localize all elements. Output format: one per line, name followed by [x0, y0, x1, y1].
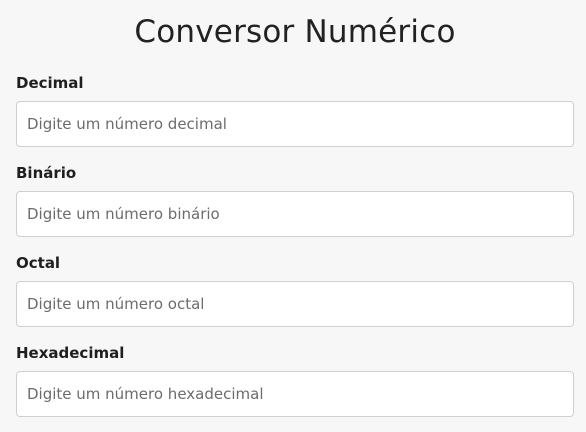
binary-label: Binário: [16, 164, 77, 182]
hexadecimal-label: Hexadecimal: [16, 344, 125, 362]
decimal-input[interactable]: [16, 101, 574, 147]
converter-page: Conversor Numérico Decimal Binário Octal…: [0, 0, 586, 426]
binary-field-group: Binário: [16, 162, 574, 252]
decimal-field-group: Decimal: [16, 72, 574, 162]
octal-label: Octal: [16, 254, 61, 272]
octal-input[interactable]: [16, 281, 574, 327]
binary-input[interactable]: [16, 191, 574, 237]
converter-form: Decimal Binário Octal Hexadecimal: [16, 72, 574, 432]
octal-field-group: Octal: [16, 252, 574, 342]
page-title: Conversor Numérico: [134, 14, 456, 50]
hexadecimal-field-group: Hexadecimal: [16, 342, 574, 432]
decimal-label: Decimal: [16, 74, 84, 92]
hexadecimal-input[interactable]: [16, 371, 574, 417]
